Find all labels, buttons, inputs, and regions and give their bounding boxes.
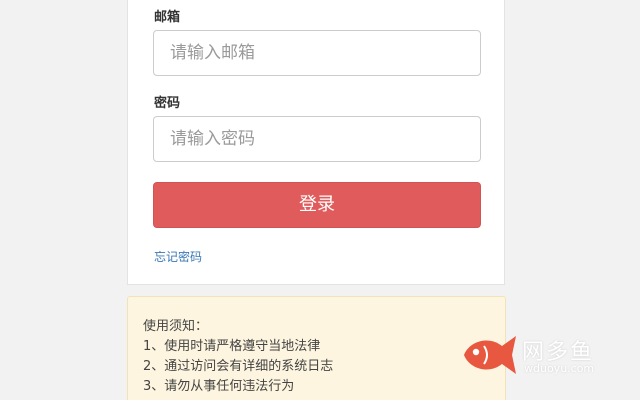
notice-line: 2、通过访问会有详细的系统日志: [143, 359, 334, 374]
notice-line: 1、使用时请严格遵守当地法律: [143, 339, 321, 354]
brand-url: wduoyu.com: [524, 362, 595, 375]
forgot-password-link[interactable]: 忘记密码: [154, 248, 202, 265]
email-input[interactable]: [153, 30, 481, 76]
password-label: 密码: [154, 96, 181, 111]
page: 邮箱 密码 登录 忘记密码 使用须知： 1、使用时请严格遵守当地法律 2、通过访…: [0, 0, 640, 400]
notice-line: 3、请勿从事任何违法行为: [143, 379, 295, 394]
usage-notice: 使用须知： 1、使用时请严格遵守当地法律 2、通过访问会有详细的系统日志 3、请…: [127, 296, 506, 400]
notice-title: 使用须知：: [143, 319, 209, 334]
fish-logo-icon: [464, 336, 516, 374]
watermark: 网多鱼 wduoyu.com: [460, 332, 600, 380]
password-input[interactable]: [153, 116, 481, 162]
email-label: 邮箱: [154, 10, 181, 25]
login-card: 邮箱 密码 登录 忘记密码: [127, 0, 505, 285]
login-button[interactable]: 登录: [153, 182, 481, 228]
